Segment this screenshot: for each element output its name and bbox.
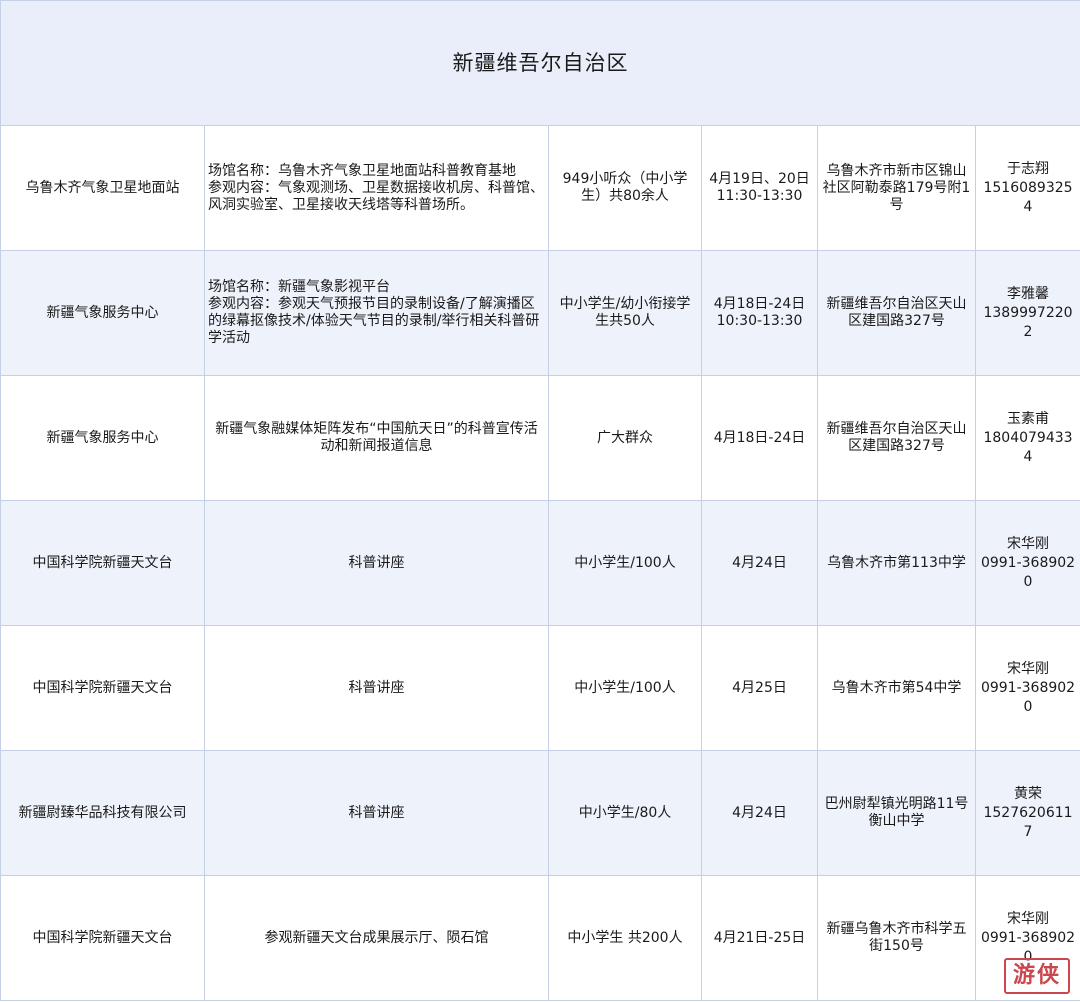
org-cell: 乌鲁木齐气象卫星地面站	[0, 125, 205, 251]
contact-cell: 黄荣 15276206117	[974, 750, 1080, 876]
contact-cell: 李雅馨 13899972202	[974, 250, 1080, 376]
audience-cell: 949小听众（中小学生）共80余人	[548, 125, 702, 251]
audience-cell: 广大群众	[548, 375, 702, 501]
table-row: 乌鲁木齐气象卫星地面站 场馆名称：乌鲁木齐气象卫星地面站科普教育基地 参观内容：…	[0, 125, 1080, 251]
content-cell: 科普讲座	[204, 500, 549, 626]
contact-cell: 于志翔 15160893254	[974, 125, 1080, 251]
region-title-row: 新疆维吾尔自治区	[0, 0, 1080, 126]
time-cell: 4月19日、20日 11:30-13:30	[701, 125, 818, 251]
time-cell: 4月21日-25日	[701, 875, 818, 1001]
org-cell: 中国科学院新疆天文台	[0, 500, 205, 626]
audience-cell: 中小学生/100人	[548, 625, 702, 751]
contact-cell: 宋华刚 0991-3689020	[974, 500, 1080, 626]
time-line: 10:30-13:30	[716, 313, 803, 329]
content-line: 参观内容：参观天气预报节目的录制设备/了解演播区的绿幕抠像技术/体验天气节目的录…	[208, 296, 540, 346]
contact-name: 于志翔	[1007, 160, 1050, 177]
contact-phone: 15276206117	[983, 804, 1073, 840]
time-cell: 4月18日-24日	[701, 375, 818, 501]
contact-phone: 18040794334	[983, 429, 1073, 465]
place-cell: 乌鲁木齐市第113中学	[817, 500, 976, 626]
table-row: 新疆气象服务中心 场馆名称：新疆气象影视平台 参观内容：参观天气预报节目的录制设…	[0, 250, 1080, 376]
content-line: 参观内容：气象观测场、卫星数据接收机房、科普馆、风洞实验室、卫星接收天线塔等科普…	[208, 179, 544, 213]
content-cell: 科普讲座	[204, 625, 549, 751]
place-cell: 新疆维吾尔自治区天山区建国路327号	[817, 375, 976, 501]
time-line: 4月19日、20日	[709, 171, 810, 187]
activity-table: 新疆维吾尔自治区 乌鲁木齐气象卫星地面站 场馆名称：乌鲁木齐气象卫星地面站科普教…	[0, 0, 1080, 1001]
content-cell: 场馆名称：乌鲁木齐气象卫星地面站科普教育基地 参观内容：气象观测场、卫星数据接收…	[204, 125, 549, 251]
content-cell: 新疆气象融媒体矩阵发布“中国航天日”的科普宣传活动和新闻报道信息	[204, 375, 549, 501]
place-cell: 新疆维吾尔自治区天山区建国路327号	[817, 250, 976, 376]
contact-cell: 玉素甫 18040794334	[974, 375, 1080, 501]
contact-cell: 宋华刚 0991-3689020	[974, 625, 1080, 751]
contact-phone: 0991-3689020	[980, 679, 1076, 715]
contact-phone: 0991-3689020	[980, 554, 1076, 590]
content-cell: 科普讲座	[204, 750, 549, 876]
place-cell: 巴州尉犁镇光明路11号衡山中学	[817, 750, 976, 876]
time-line: 11:30-13:30	[716, 188, 803, 204]
time-line: 4月18日-24日	[713, 296, 806, 312]
contact-name: 宋华刚	[1007, 535, 1050, 552]
table-row: 新疆气象服务中心 新疆气象融媒体矩阵发布“中国航天日”的科普宣传活动和新闻报道信…	[0, 375, 1080, 501]
table-row: 中国科学院新疆天文台 科普讲座 中小学生/100人 4月24日 乌鲁木齐市第11…	[0, 500, 1080, 626]
contact-name: 玉素甫	[1007, 410, 1050, 427]
contact-name: 李雅馨	[1007, 285, 1050, 302]
contact-phone: 13899972202	[983, 304, 1073, 340]
contact-name: 黄荣	[1014, 785, 1043, 802]
region-title: 新疆维吾尔自治区	[0, 0, 1080, 126]
audience-cell: 中小学生 共200人	[548, 875, 702, 1001]
org-cell: 新疆尉臻华品科技有限公司	[0, 750, 205, 876]
audience-cell: 中小学生/幼小衔接学生共50人	[548, 250, 702, 376]
org-cell: 新疆气象服务中心	[0, 250, 205, 376]
org-cell: 中国科学院新疆天文台	[0, 875, 205, 1001]
watermark-logo: 游侠	[1004, 958, 1070, 994]
time-cell: 4月24日	[701, 500, 818, 626]
contact-name: 宋华刚	[1007, 910, 1050, 927]
place-cell: 乌鲁木齐市新市区锦山社区阿勒泰路179号附1号	[817, 125, 976, 251]
audience-cell: 中小学生/100人	[548, 500, 702, 626]
content-line: 场馆名称：新疆气象影视平台	[208, 279, 390, 295]
content-line: 场馆名称：乌鲁木齐气象卫星地面站科普教育基地	[208, 162, 516, 179]
org-cell: 新疆气象服务中心	[0, 375, 205, 501]
org-cell: 中国科学院新疆天文台	[0, 625, 205, 751]
table-row: 中国科学院新疆天文台 科普讲座 中小学生/100人 4月25日 乌鲁木齐市第54…	[0, 625, 1080, 751]
contact-name: 宋华刚	[1007, 660, 1050, 677]
content-cell: 场馆名称：新疆气象影视平台 参观内容：参观天气预报节目的录制设备/了解演播区的绿…	[204, 250, 549, 376]
time-cell: 4月18日-24日 10:30-13:30	[701, 250, 818, 376]
contact-phone: 15160893254	[983, 179, 1073, 215]
place-cell: 乌鲁木齐市第54中学	[817, 625, 976, 751]
table-row: 新疆尉臻华品科技有限公司 科普讲座 中小学生/80人 4月24日 巴州尉犁镇光明…	[0, 750, 1080, 876]
content-cell: 参观新疆天文台成果展示厅、陨石馆	[204, 875, 549, 1001]
place-cell: 新疆乌鲁木齐市科学五街150号	[817, 875, 976, 1001]
time-cell: 4月24日	[701, 750, 818, 876]
table-row: 中国科学院新疆天文台 参观新疆天文台成果展示厅、陨石馆 中小学生 共200人 4…	[0, 875, 1080, 1001]
time-cell: 4月25日	[701, 625, 818, 751]
audience-cell: 中小学生/80人	[548, 750, 702, 876]
